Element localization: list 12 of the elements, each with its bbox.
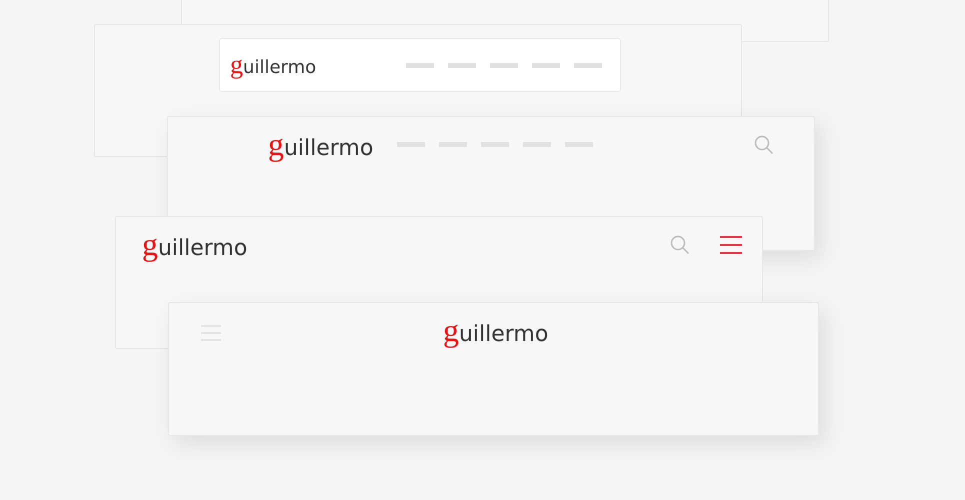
search-icon[interactable] <box>754 134 774 155</box>
nav-placeholder <box>532 62 560 68</box>
nav-placeholder <box>448 62 476 68</box>
menu-icon[interactable] <box>720 236 742 254</box>
nav-placeholder <box>490 62 518 68</box>
logo-text: guillermo <box>142 229 248 261</box>
logo-text: guillermo <box>268 129 374 161</box>
logo-text: guillermo <box>443 315 548 347</box>
search-icon[interactable] <box>670 234 690 255</box>
logo-text: guillermo <box>230 52 316 78</box>
nav-placeholder <box>574 62 602 68</box>
nav-placeholder <box>406 62 434 68</box>
